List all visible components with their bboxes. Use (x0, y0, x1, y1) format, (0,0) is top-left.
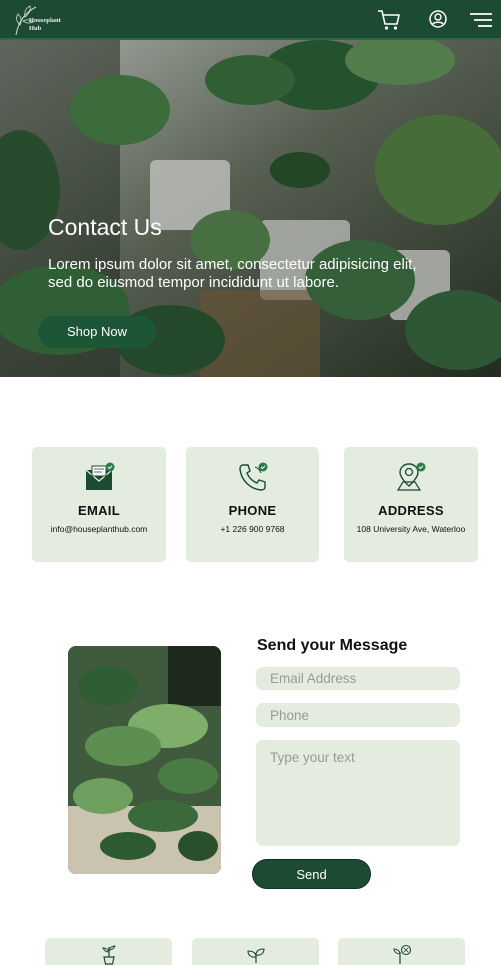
potted-plant-icon (98, 943, 120, 965)
plant-photo (68, 646, 221, 874)
mail-check-icon (83, 461, 115, 493)
hero-banner: Contact Us Lorem ipsum dolor sit amet, c… (0, 40, 501, 377)
email-address-input[interactable] (256, 667, 460, 690)
message-textarea[interactable] (256, 740, 460, 846)
address-card-title: ADDRESS (378, 503, 444, 518)
houseplant-hub-logo[interactable]: Houseplant Hub (12, 3, 72, 37)
cart-icon[interactable] (377, 9, 401, 31)
sprout-icon (391, 943, 413, 965)
plant-photo-image (68, 646, 221, 874)
logo-line-2: Hub (29, 25, 42, 32)
phone-card-value[interactable]: +1 226 900 9768 (186, 524, 319, 534)
feature-card-sprout (338, 938, 465, 965)
menu-icon[interactable] (468, 9, 494, 31)
address-card: ADDRESS 108 University Ave, Waterloo (344, 447, 478, 562)
map-pin-check-icon (395, 461, 427, 493)
logo-line-1: Houseplant (29, 17, 61, 24)
email-card: EMAIL info@houseplanthub.com (32, 447, 166, 562)
email-card-title: EMAIL (78, 503, 120, 518)
phone-check-icon (237, 461, 269, 493)
address-card-value[interactable]: 108 University Ave, Waterloo (344, 524, 478, 534)
leaves-icon (245, 943, 267, 965)
phone-input[interactable] (256, 703, 460, 727)
shop-now-button[interactable]: Shop Now (38, 316, 156, 348)
user-circle-icon[interactable] (426, 9, 450, 31)
hero-description: Lorem ipsum dolor sit amet, consectetur … (48, 256, 417, 291)
logo-text: Houseplant Hub (29, 17, 74, 33)
send-button[interactable]: Send (252, 859, 371, 889)
hero-title: Contact Us (48, 214, 162, 240)
phone-card-title: PHONE (228, 503, 277, 518)
feature-card-leaves (192, 938, 319, 965)
form-title: Send your Message (257, 637, 408, 654)
feature-card-potted-plant (45, 938, 172, 965)
top-navigation-bar: Houseplant Hub (0, 0, 501, 40)
phone-card: PHONE +1 226 900 9768 (186, 447, 319, 562)
email-card-value[interactable]: info@houseplanthub.com (32, 524, 166, 534)
